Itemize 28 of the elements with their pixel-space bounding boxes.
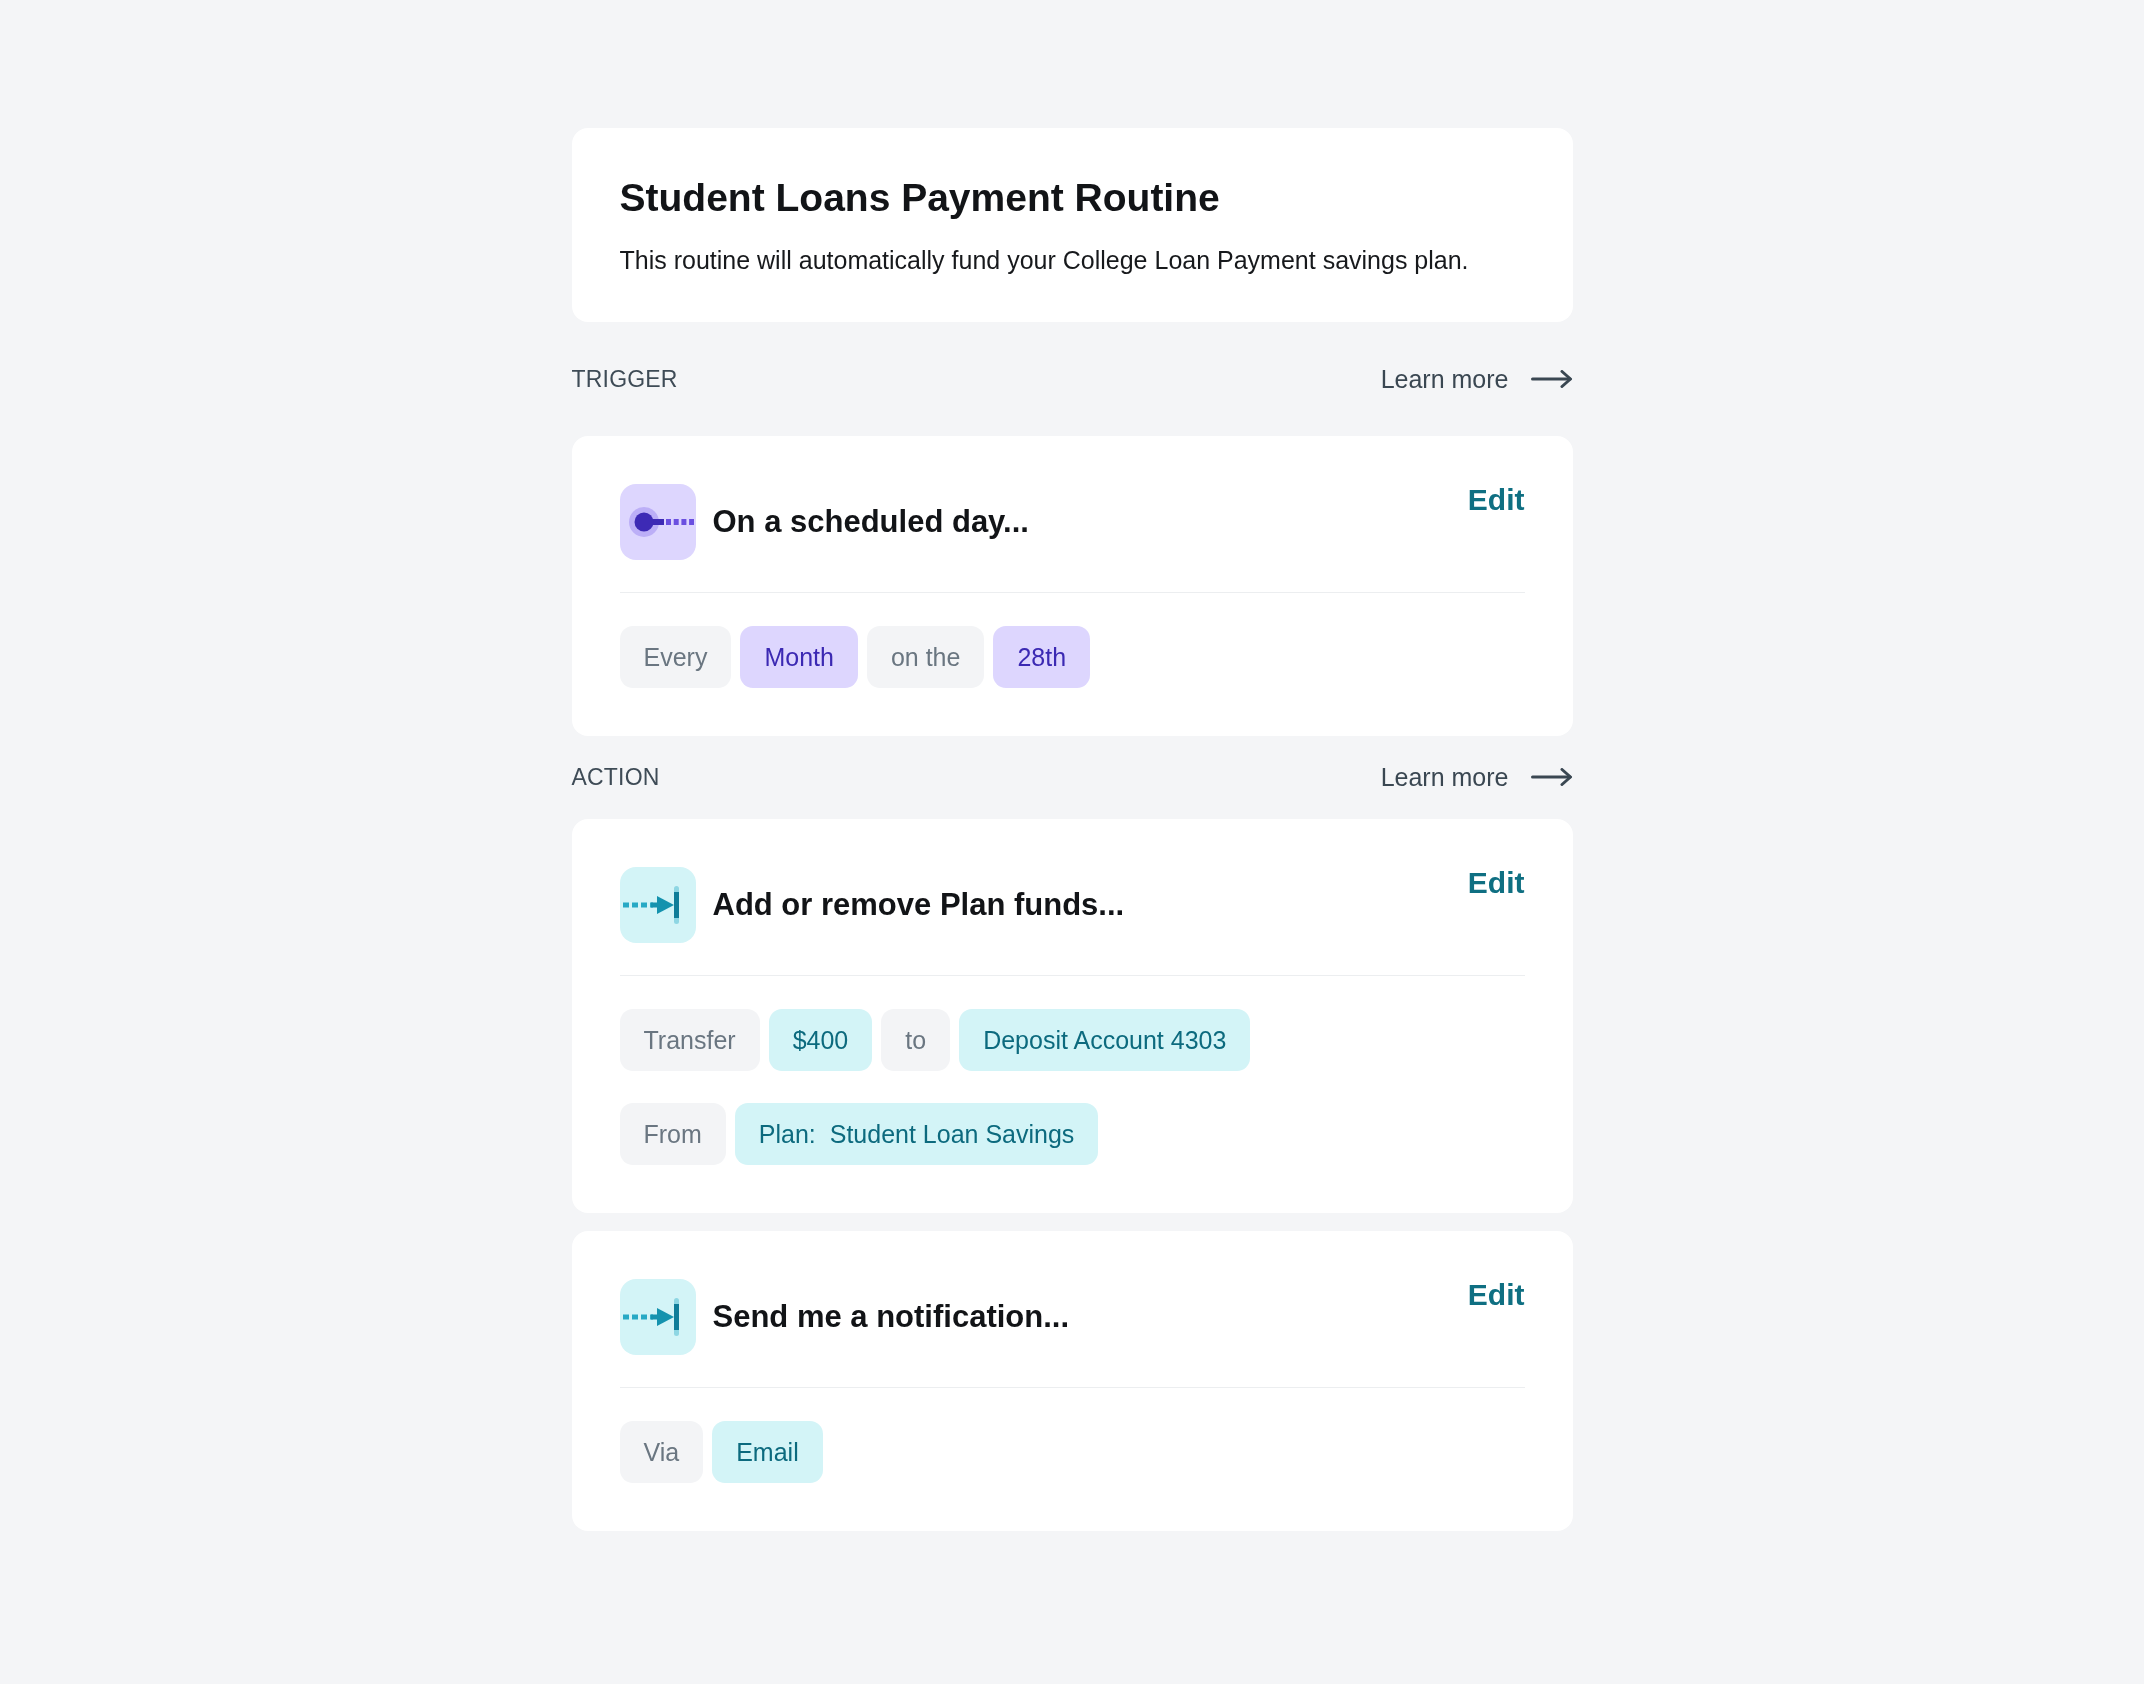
keyword-chip: Via	[619, 1421, 704, 1483]
keyword-chip: From	[619, 1103, 726, 1165]
step-title: Add or remove Plan funds...	[712, 886, 1126, 924]
edit-button[interactable]: Edit	[1467, 1277, 1525, 1313]
value-chip[interactable]: $400	[768, 1009, 873, 1071]
value-chip[interactable]: Email	[712, 1421, 823, 1483]
arrow-right-icon	[1530, 768, 1573, 786]
edit-button[interactable]: Edit	[1467, 865, 1525, 901]
arrow-right-icon	[1530, 370, 1573, 388]
routine-description: This routine will automatically fund your College Loan Payment savings plan.	[619, 245, 1470, 276]
section-label: ACTION	[571, 763, 660, 792]
keyword-chip: on the	[866, 626, 985, 688]
routine-title: Student Loans Payment Routine	[619, 175, 1221, 221]
value-chip[interactable]: Month	[740, 626, 858, 688]
keyword-chip: to	[881, 1009, 951, 1071]
learn-more-link[interactable]: Learn more	[1380, 364, 1573, 394]
step-title: On a scheduled day...	[712, 503, 1030, 541]
value-chip[interactable]: 28th	[993, 626, 1091, 688]
step-title: Send me a notification...	[712, 1298, 1071, 1336]
learn-more-link[interactable]: Learn more	[1380, 762, 1573, 792]
keyword-chip: Transfer	[619, 1009, 760, 1071]
keyword-chip: Every	[619, 626, 732, 688]
value-chip[interactable]: Plan: Student Loan Savings	[734, 1103, 1099, 1165]
section-label: TRIGGER	[571, 365, 678, 394]
edit-button[interactable]: Edit	[1467, 482, 1525, 518]
arrow-to-bar-icon	[619, 1279, 696, 1355]
value-chip[interactable]: Deposit Account 4303	[959, 1009, 1251, 1071]
arrow-to-bar-icon	[619, 867, 696, 943]
